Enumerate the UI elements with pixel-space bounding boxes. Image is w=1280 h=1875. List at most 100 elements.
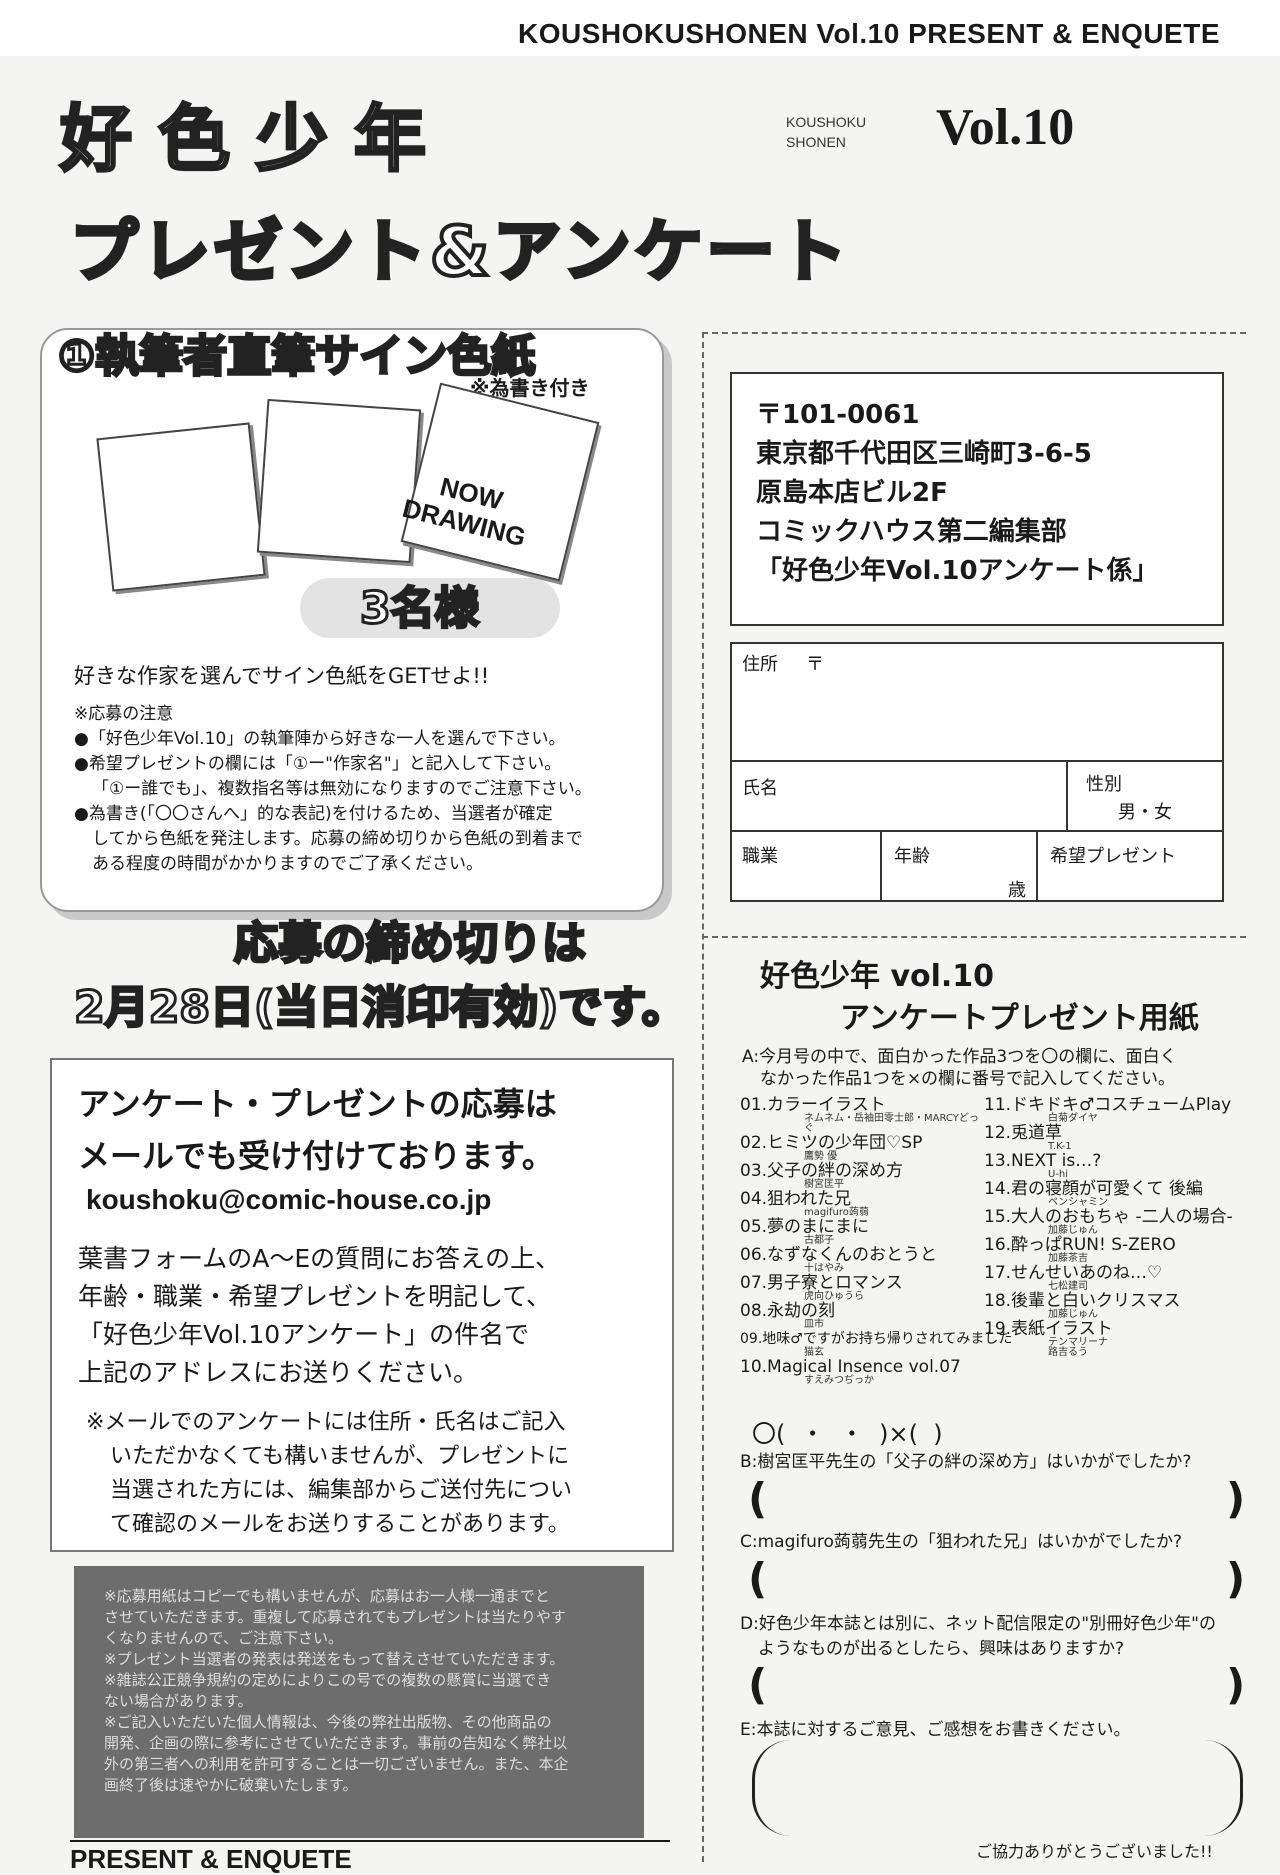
work-item: 01.カラーイラスト ネムネム・岳袖田零士郎・MARCYどっぐ [740, 1096, 980, 1134]
address-line: 「好色少年Vol.10アンケート係」 [756, 556, 1159, 586]
answer-close-paren: ) [1226, 1660, 1246, 1709]
question-d-line-1: D:好色少年本誌とは別に、ネット配信限定の"別冊好色少年"の [740, 1614, 1216, 1634]
fineprint-line: ※ご記入いただいた個人情報は、今後の弊社出版物、その他商品の [104, 1713, 552, 1731]
work-item: 03.父子の絆の深め方 樹宮匡平 [740, 1162, 980, 1190]
answer-open-paren: ( [748, 1474, 768, 1523]
work-author: 皿市 [804, 1319, 824, 1330]
bottom-banner: PRESENT & ENQUETE [70, 1844, 352, 1874]
work-title: 04.狙われた兄 [740, 1189, 852, 1209]
work-author: ネムネム・岳袖田零士郎・MARCYどっぐ [804, 1113, 979, 1134]
work-item: 16.酔っぱRUN! S-ZERO 加藤茶吉 [984, 1236, 1244, 1264]
survey-title-line-2: アンケートプレゼント用紙 [840, 1001, 1199, 1036]
email-address[interactable]: koushoku@comic-house.co.jp [86, 1184, 491, 1216]
work-title: 07.男子寮とロマンス [740, 1273, 903, 1293]
note-line: 「①ー誰でも」、複数指名等は無効になりますのでご注意下さい。 [92, 779, 592, 799]
work-title: 15.大人のおもちゃ -二人の場合- [984, 1207, 1233, 1227]
answer-row-a[interactable]: 〇( ・ ・ )×( ) [752, 1414, 943, 1449]
mail-note-line: て確認のメールをお送りすることがあります。 [110, 1512, 570, 1537]
mailing-address: 〒101-0061 東京都千代田区三崎町3-6-5 原島本店ビル2F コミックハ… [756, 396, 1159, 591]
volume-label: Vol.10 [936, 99, 1075, 156]
sex-options[interactable]: 男・女 [1118, 798, 1172, 824]
work-title: 01.カラーイラスト [740, 1095, 886, 1115]
answer-close-paren: ) [1226, 1474, 1246, 1523]
work-title: 11.ドキドキ♂コスチュームPlay [984, 1095, 1232, 1115]
work-item: 17.せんせいあのね…♡ 七松建司 [984, 1264, 1244, 1292]
work-item: 06.なずなくんのおとうと 十はやみ [740, 1246, 980, 1274]
work-author: 路吉るう [1048, 1347, 1088, 1358]
survey-title: 好色少年 vol.10 アンケートプレゼント用紙 [760, 956, 1199, 1040]
cut-line-middle [702, 936, 1246, 938]
answer-field-b[interactable] [770, 1482, 1220, 1526]
shikishi-board [96, 422, 266, 592]
answer-field-e[interactable] [790, 1746, 1200, 1832]
magazine-romaji: KOUSHOKU SHONEN [786, 112, 866, 152]
work-title: 03.父子の絆の深め方 [740, 1161, 904, 1181]
mail-line: 年齢・職業・希望プレゼントを明記して、 [78, 1282, 552, 1311]
work-title: 12.兎道草 [984, 1123, 1063, 1143]
fineprint-line: ※応募用紙はコピーでも構いませんが、応募はお一人様一通までと [104, 1587, 550, 1605]
fineprint-line: ※プレゼント当選者の発表は発送をもって替えさせていただきます。 [104, 1650, 565, 1668]
work-item: 14.君の寝顔が可愛くて 後編 ペンシャミン [984, 1180, 1244, 1208]
fineprint-line: ※雑誌公正競争規約の定めによりこの号での複数の懸賞に当選でき [104, 1671, 552, 1689]
survey-title-line-1: 好色少年 vol.10 [760, 959, 995, 994]
shikishi-board [256, 398, 422, 564]
note-line: ●為書き(「〇〇さんへ」的な表記)を付けるため、当選者が確定 [74, 804, 553, 824]
winners-count: 3名様 [359, 582, 481, 636]
work-title: 14.君の寝顔が可愛くて 後編 [984, 1179, 1203, 1199]
romaji-line-2: SHONEN [786, 134, 846, 150]
age-field-label: 年齢 [894, 846, 930, 867]
mail-line: 上記のアドレスにお送りください。 [78, 1358, 479, 1387]
form-rule [730, 760, 1222, 762]
mail-line: 葉書フォームのA〜Eの質問にお答えの上、 [78, 1244, 561, 1273]
fineprint-line: ない場合があります。 [104, 1692, 253, 1710]
address-field-label: 住所 [742, 654, 778, 675]
bottom-rule [70, 1840, 670, 1842]
question-a-line-1: A:今月号の中で、面白かった作品3つを〇の欄に、面白く [742, 1047, 1177, 1067]
mail-note-line: 当選された方には、編集部からご送付先につい [110, 1478, 573, 1503]
address-line: 東京都千代田区三崎町3-6-5 [756, 439, 1092, 469]
answer-open-paren: ( [748, 1554, 768, 1603]
form-rule [1036, 830, 1038, 900]
work-item: 19.表紙イラスト テンマリーナ [984, 1320, 1244, 1348]
answer-open-bracket [752, 1740, 791, 1836]
work-title: 18.後輩と白いクリスマス [984, 1291, 1181, 1311]
work-item: 18.後輩と白いクリスマス 加藤じゅん [984, 1292, 1244, 1320]
mail-line: 「好色少年Vol.10アンケート」の件名で [78, 1320, 530, 1349]
work-author: テンマリーナ [1048, 1337, 1108, 1348]
question-d: D:好色少年本誌とは別に、ネット配信限定の"別冊好色少年"の ようなものが出ると… [740, 1612, 1230, 1662]
magazine-title: 好色少年 [58, 95, 453, 183]
work-item: 09.地味♂ですがお持ち帰りされてみました 猫玄 [740, 1330, 1012, 1358]
mail-note-line: いただかなくても構いませんが、プレゼントに [110, 1444, 570, 1469]
postal-code: 〒101-0061 [756, 400, 920, 430]
works-list-right: 11.ドキドキ♂コスチュームPlay 白菊ダイヤ 12.兎道草 T.K-1 13.N… [984, 1096, 1244, 1358]
address-line: コミックハウス第二編集部 [756, 517, 1067, 547]
question-b: B:樹宮匡平先生の「父子の絆の深め方」はいかがでしたか? [740, 1452, 1192, 1472]
fineprint-line: くなりませんので、ご注意下さい。 [104, 1629, 343, 1647]
mail-note: ※メールでのアンケートには住所・氏名はご記入 いただかなくても構いませんが、プレ… [86, 1406, 572, 1542]
question-a-line-2: なかった作品1つを×の欄に番号で記入してください。 [760, 1069, 1176, 1089]
deadline-block: 応募の締め切りは 2月28日(当日消印有効)です。 [73, 912, 690, 1040]
address-field[interactable] [740, 676, 1210, 756]
work-title: 10.Magical Insence vol.07 [740, 1357, 961, 1377]
mail-heading-line-2: メールでも受け付けております。 [78, 1137, 554, 1175]
answer-field-d[interactable] [770, 1668, 1220, 1712]
mail-instructions: 葉書フォームのA〜Eの質問にお答えの上、 年齢・職業・希望プレゼントを明記して、… [78, 1240, 560, 1392]
present-heading: ①執筆者直筆サイン色紙 [56, 330, 536, 384]
sex-field-label: 性別 [1086, 774, 1122, 795]
work-item: 11.ドキドキ♂コスチュームPlay 白菊ダイヤ [984, 1096, 1244, 1124]
work-author: すえみつぢっか [804, 1375, 874, 1386]
age-unit: 歳 [1008, 880, 1026, 901]
work-title: 19.表紙イラスト [984, 1319, 1113, 1339]
deadline-line-1: 応募の締め切りは [233, 917, 588, 971]
answer-field-c[interactable] [770, 1562, 1220, 1606]
zip-mark: 〒 [806, 654, 824, 675]
work-title: 06.なずなくんのおとうと [740, 1245, 938, 1265]
fineprint-line: 画終了後は速やかに破棄いたします。 [104, 1776, 358, 1794]
answer-close-bracket [1204, 1740, 1243, 1836]
work-item: 02.ヒミツの少年団♡SP 鷹勢 優 [740, 1134, 980, 1162]
work-item: 07.男子寮とロマンス 虎向ひゅうら [740, 1274, 980, 1302]
note-line: ある程度の時間がかかりますのでご了承ください。 [92, 854, 483, 874]
work-title: 08.永劫の刻 [740, 1301, 836, 1321]
form-rule [880, 830, 882, 900]
name-field[interactable] [740, 796, 1060, 826]
